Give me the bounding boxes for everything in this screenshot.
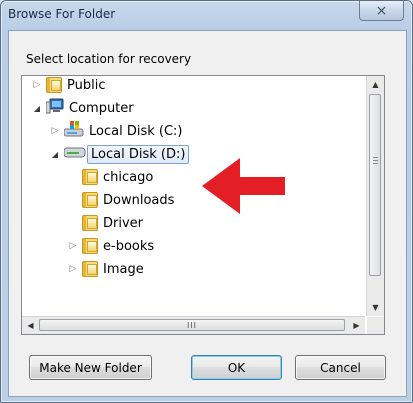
folder-icon bbox=[82, 238, 98, 254]
tree-item-computer[interactable]: ◢ Computer bbox=[32, 97, 134, 119]
scroll-down-icon[interactable]: ▼ bbox=[367, 299, 384, 316]
tree-item-label: Local Disk (C:) bbox=[89, 123, 183, 139]
folder-icon bbox=[46, 77, 62, 93]
browse-for-folder-dialog: Browse For Folder ⨯ Select location for … bbox=[0, 0, 413, 403]
expand-icon[interactable]: ▷ bbox=[68, 264, 78, 274]
folder-icon bbox=[82, 192, 98, 208]
expand-icon[interactable]: ▷ bbox=[32, 80, 42, 90]
scroll-right-icon[interactable]: ▶ bbox=[348, 317, 365, 334]
tree-item-local-disk-c[interactable]: ▷ Local Disk (C:) bbox=[50, 120, 182, 142]
tree-item-label: Computer bbox=[69, 100, 134, 116]
folder-icon bbox=[82, 169, 98, 185]
expand-icon[interactable]: ▷ bbox=[68, 241, 78, 251]
cancel-button[interactable]: Cancel bbox=[295, 355, 386, 380]
scroll-grip-icon: III bbox=[186, 320, 198, 330]
tree-viewport: ▷ Public ◢ Computer ▷ Local Disk (C:) ◢ … bbox=[22, 76, 365, 316]
scroll-up-icon[interactable]: ▲ bbox=[367, 76, 384, 93]
tree-item-e-books[interactable]: ▷ e-books bbox=[68, 235, 154, 257]
tree-item-chicago[interactable]: chicago bbox=[82, 166, 153, 188]
close-icon: ⨯ bbox=[375, 2, 388, 19]
tree-item-label: Local Disk (D:) bbox=[87, 144, 190, 164]
ok-button[interactable]: OK bbox=[191, 355, 282, 380]
horizontal-scrollbar[interactable]: ◀ III ▶ bbox=[22, 316, 365, 334]
tree-item-downloads[interactable]: Downloads bbox=[82, 189, 174, 211]
tree-item-label: Image bbox=[103, 261, 144, 277]
horizontal-scroll-thumb[interactable]: III bbox=[39, 319, 345, 331]
close-button[interactable]: ⨯ bbox=[359, 1, 404, 21]
make-new-folder-button[interactable]: Make New Folder bbox=[29, 355, 152, 380]
tree-item-image[interactable]: ▷ Image bbox=[68, 258, 144, 280]
scrollbar-corner bbox=[367, 317, 384, 334]
tree-item-label: Downloads bbox=[103, 192, 175, 208]
tree-item-label: Public bbox=[67, 77, 106, 93]
tree-item-label: chicago bbox=[103, 169, 154, 185]
dialog-prompt: Select location for recovery bbox=[26, 52, 192, 66]
collapse-icon[interactable]: ◢ bbox=[50, 149, 60, 159]
scroll-left-icon[interactable]: ◀ bbox=[22, 317, 39, 334]
tree-item-label: e-books bbox=[103, 238, 155, 254]
vertical-scrollbar[interactable]: ▲ ▼ bbox=[366, 76, 384, 316]
folder-icon bbox=[82, 215, 98, 231]
folder-icon bbox=[82, 261, 98, 277]
expand-icon[interactable]: ▷ bbox=[50, 126, 60, 136]
vertical-scroll-thumb[interactable] bbox=[369, 94, 381, 276]
folder-tree[interactable]: ▷ Public ◢ Computer ▷ Local Disk (C:) ◢ … bbox=[21, 75, 385, 335]
tree-item-driver[interactable]: Driver bbox=[82, 212, 143, 234]
computer-icon bbox=[45, 98, 64, 118]
system-drive-icon bbox=[63, 120, 84, 142]
dialog-title: Browse For Folder bbox=[8, 7, 116, 21]
tree-item-local-disk-d[interactable]: ◢ Local Disk (D:) bbox=[50, 143, 190, 165]
hard-drive-icon bbox=[63, 145, 86, 163]
tree-item-public[interactable]: ▷ Public bbox=[32, 76, 105, 96]
collapse-icon[interactable]: ◢ bbox=[32, 103, 42, 113]
tree-item-label: Driver bbox=[103, 215, 144, 231]
